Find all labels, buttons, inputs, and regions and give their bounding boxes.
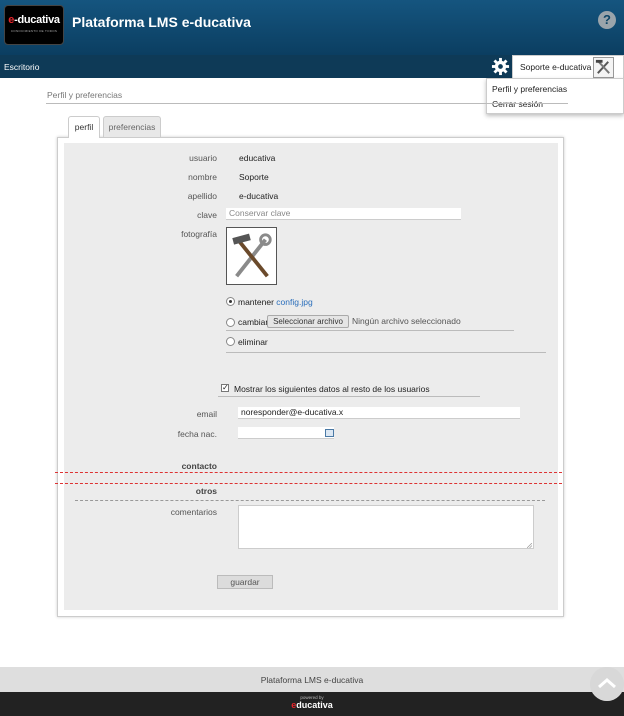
apellido-value: e-ducativa xyxy=(239,191,279,201)
help-icon[interactable]: ? xyxy=(598,11,616,29)
email-label: email xyxy=(196,409,217,419)
nav-escritorio-link[interactable]: Escritorio xyxy=(4,62,39,72)
clave-input[interactable]: Conservar clave xyxy=(226,208,461,220)
file-row-divider xyxy=(226,330,514,331)
scroll-to-top-icon[interactable] xyxy=(590,667,624,701)
user-dropdown-menu: Perfil y preferencias Cerrar sesión xyxy=(486,78,624,114)
apellido-label: apellido xyxy=(187,191,217,201)
educativa-logo[interactable]: e-ducativa CONOCIMIENTO DE TODOS xyxy=(4,5,64,45)
no-file-text: Ningún archivo seleccionado xyxy=(352,316,461,326)
fecha-nac-label: fecha nac. xyxy=(177,429,217,439)
comentarios-label: comentarios xyxy=(170,507,217,517)
powered-by-logo[interactable]: powered by educativa xyxy=(287,695,337,713)
clave-label: clave xyxy=(197,210,217,220)
usuario-label: usuario xyxy=(189,153,217,163)
photo-file-link[interactable]: config.jpg xyxy=(276,297,312,307)
show-data-checkbox[interactable]: ✓ xyxy=(221,384,229,392)
photo-section-divider xyxy=(226,352,546,353)
save-button[interactable]: guardar xyxy=(217,575,273,589)
user-name: Soporte e-ducativa xyxy=(520,62,592,72)
section-separator-top xyxy=(55,472,562,473)
profile-photo-tools-icon xyxy=(226,227,277,285)
select-file-button[interactable]: Seleccionar archivo xyxy=(267,315,349,328)
keep-text: mantener xyxy=(238,297,274,307)
powered-brand: educativa xyxy=(291,700,333,710)
menu-item-perfil[interactable]: Perfil y preferencias xyxy=(492,84,567,94)
tab-preferencias[interactable]: preferencias xyxy=(103,116,161,137)
photo-delete-radio[interactable] xyxy=(226,337,235,346)
menu-item-cerrar-sesion[interactable]: Cerrar sesión xyxy=(492,99,543,109)
logo-brand: e-ducativa xyxy=(8,14,60,26)
usuario-value: educativa xyxy=(239,153,276,163)
photo-change-label: cambiar xyxy=(238,317,269,327)
fecha-nac-input[interactable] xyxy=(238,427,334,439)
breadcrumb: Perfil y preferencias xyxy=(47,90,123,100)
nombre-value: Soporte xyxy=(239,172,269,182)
nombre-label: nombre xyxy=(188,172,217,182)
show-data-divider xyxy=(218,396,480,397)
user-menu-button[interactable]: Soporte e-ducativa xyxy=(512,55,624,79)
gear-icon[interactable] xyxy=(491,57,510,76)
resize-grip-icon[interactable] xyxy=(527,543,532,548)
calendar-icon[interactable] xyxy=(325,429,334,437)
photo-delete-label: eliminar xyxy=(238,337,268,347)
show-data-label: Mostrar los siguientes datos al resto de… xyxy=(234,384,430,394)
logo-tagline: CONOCIMIENTO DE TODOS xyxy=(10,29,58,33)
app-title: Plataforma LMS e-ducativa xyxy=(72,14,251,30)
user-avatar-tools-icon xyxy=(593,57,614,78)
photo-keep-label: mantener config.jpg xyxy=(238,297,313,307)
email-input[interactable]: noresponder@e-ducativa.x xyxy=(238,407,520,419)
tab-perfil[interactable]: perfil xyxy=(68,116,100,138)
fotografia-label: fotografía xyxy=(181,229,217,239)
photo-change-radio[interactable] xyxy=(226,318,235,327)
contacto-section-label: contacto xyxy=(181,461,217,471)
footer-text: Plataforma LMS e-ducativa xyxy=(260,675,364,685)
otros-section-label: otros xyxy=(195,486,217,496)
comentarios-textarea[interactable] xyxy=(238,505,534,549)
photo-keep-radio[interactable] xyxy=(226,297,235,306)
otros-divider xyxy=(75,500,545,501)
section-separator-bottom xyxy=(55,483,562,484)
breadcrumb-divider xyxy=(46,103,568,104)
